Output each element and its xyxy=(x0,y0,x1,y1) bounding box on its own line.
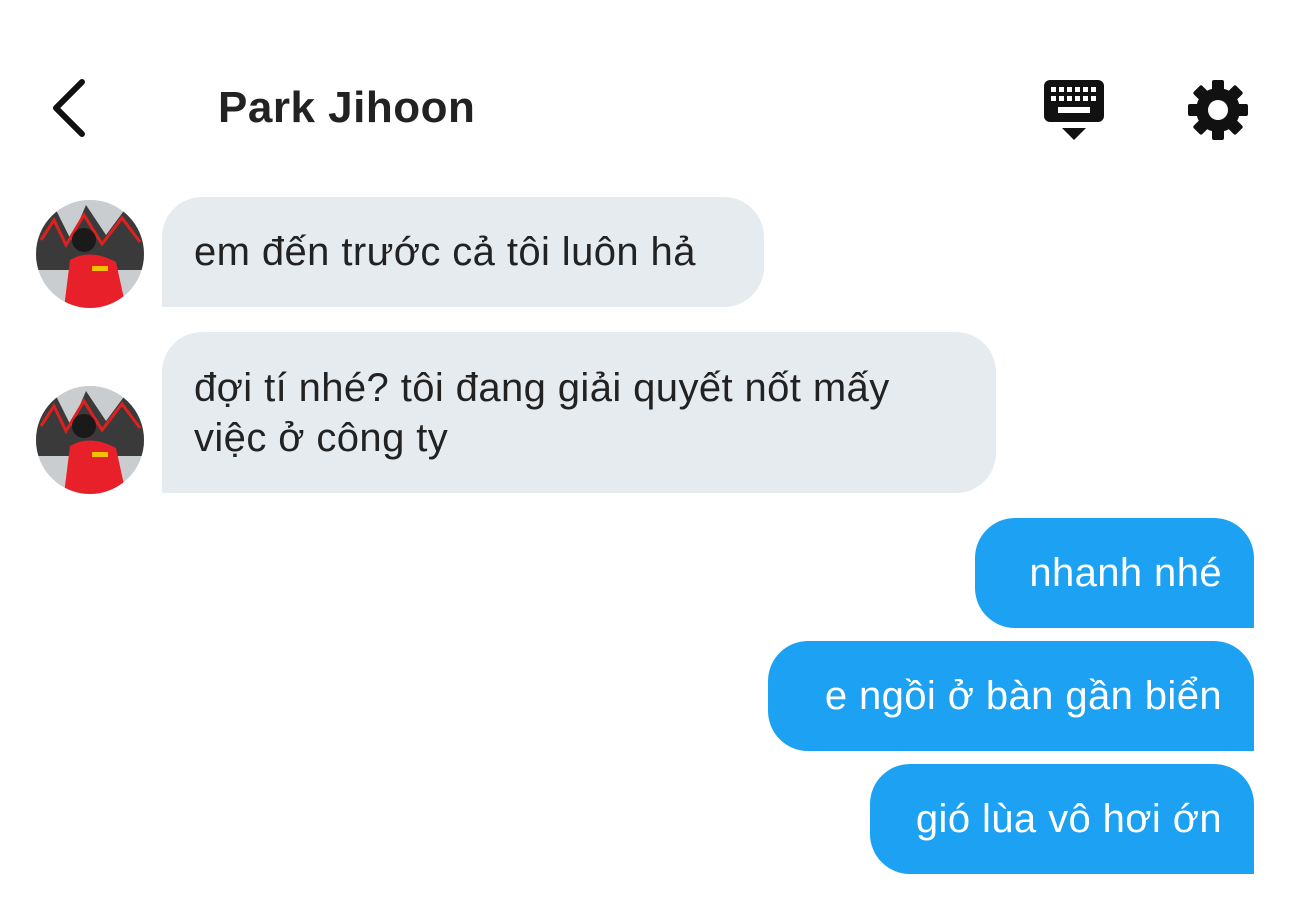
keyboard-button[interactable] xyxy=(1040,78,1108,142)
message-bubble-incoming[interactable]: đợi tí nhé? tôi đang giải quyết nốt mấy … xyxy=(162,332,996,493)
chat-screen: Park Jihoon em đến trước cả tôi luôn hả … xyxy=(0,0,1290,924)
conversation-title: Park Jihoon xyxy=(218,83,476,132)
back-button[interactable] xyxy=(40,76,96,140)
chevron-left-icon xyxy=(53,79,85,137)
contact-avatar[interactable] xyxy=(36,200,144,308)
message-bubble-incoming[interactable]: em đến trước cả tôi luôn hả xyxy=(162,197,764,307)
keyboard-icon xyxy=(1044,80,1104,140)
avatar-photo xyxy=(36,386,144,494)
settings-button[interactable] xyxy=(1186,78,1250,142)
message-bubble-outgoing[interactable]: e ngồi ở bàn gần biển xyxy=(768,641,1254,751)
message-bubble-outgoing[interactable]: gió lùa vô hơi ớn xyxy=(870,764,1254,874)
message-bubble-outgoing[interactable]: nhanh nhé xyxy=(975,518,1254,628)
contact-avatar[interactable] xyxy=(36,386,144,494)
gear-icon xyxy=(1188,80,1248,140)
avatar-photo xyxy=(36,200,144,308)
